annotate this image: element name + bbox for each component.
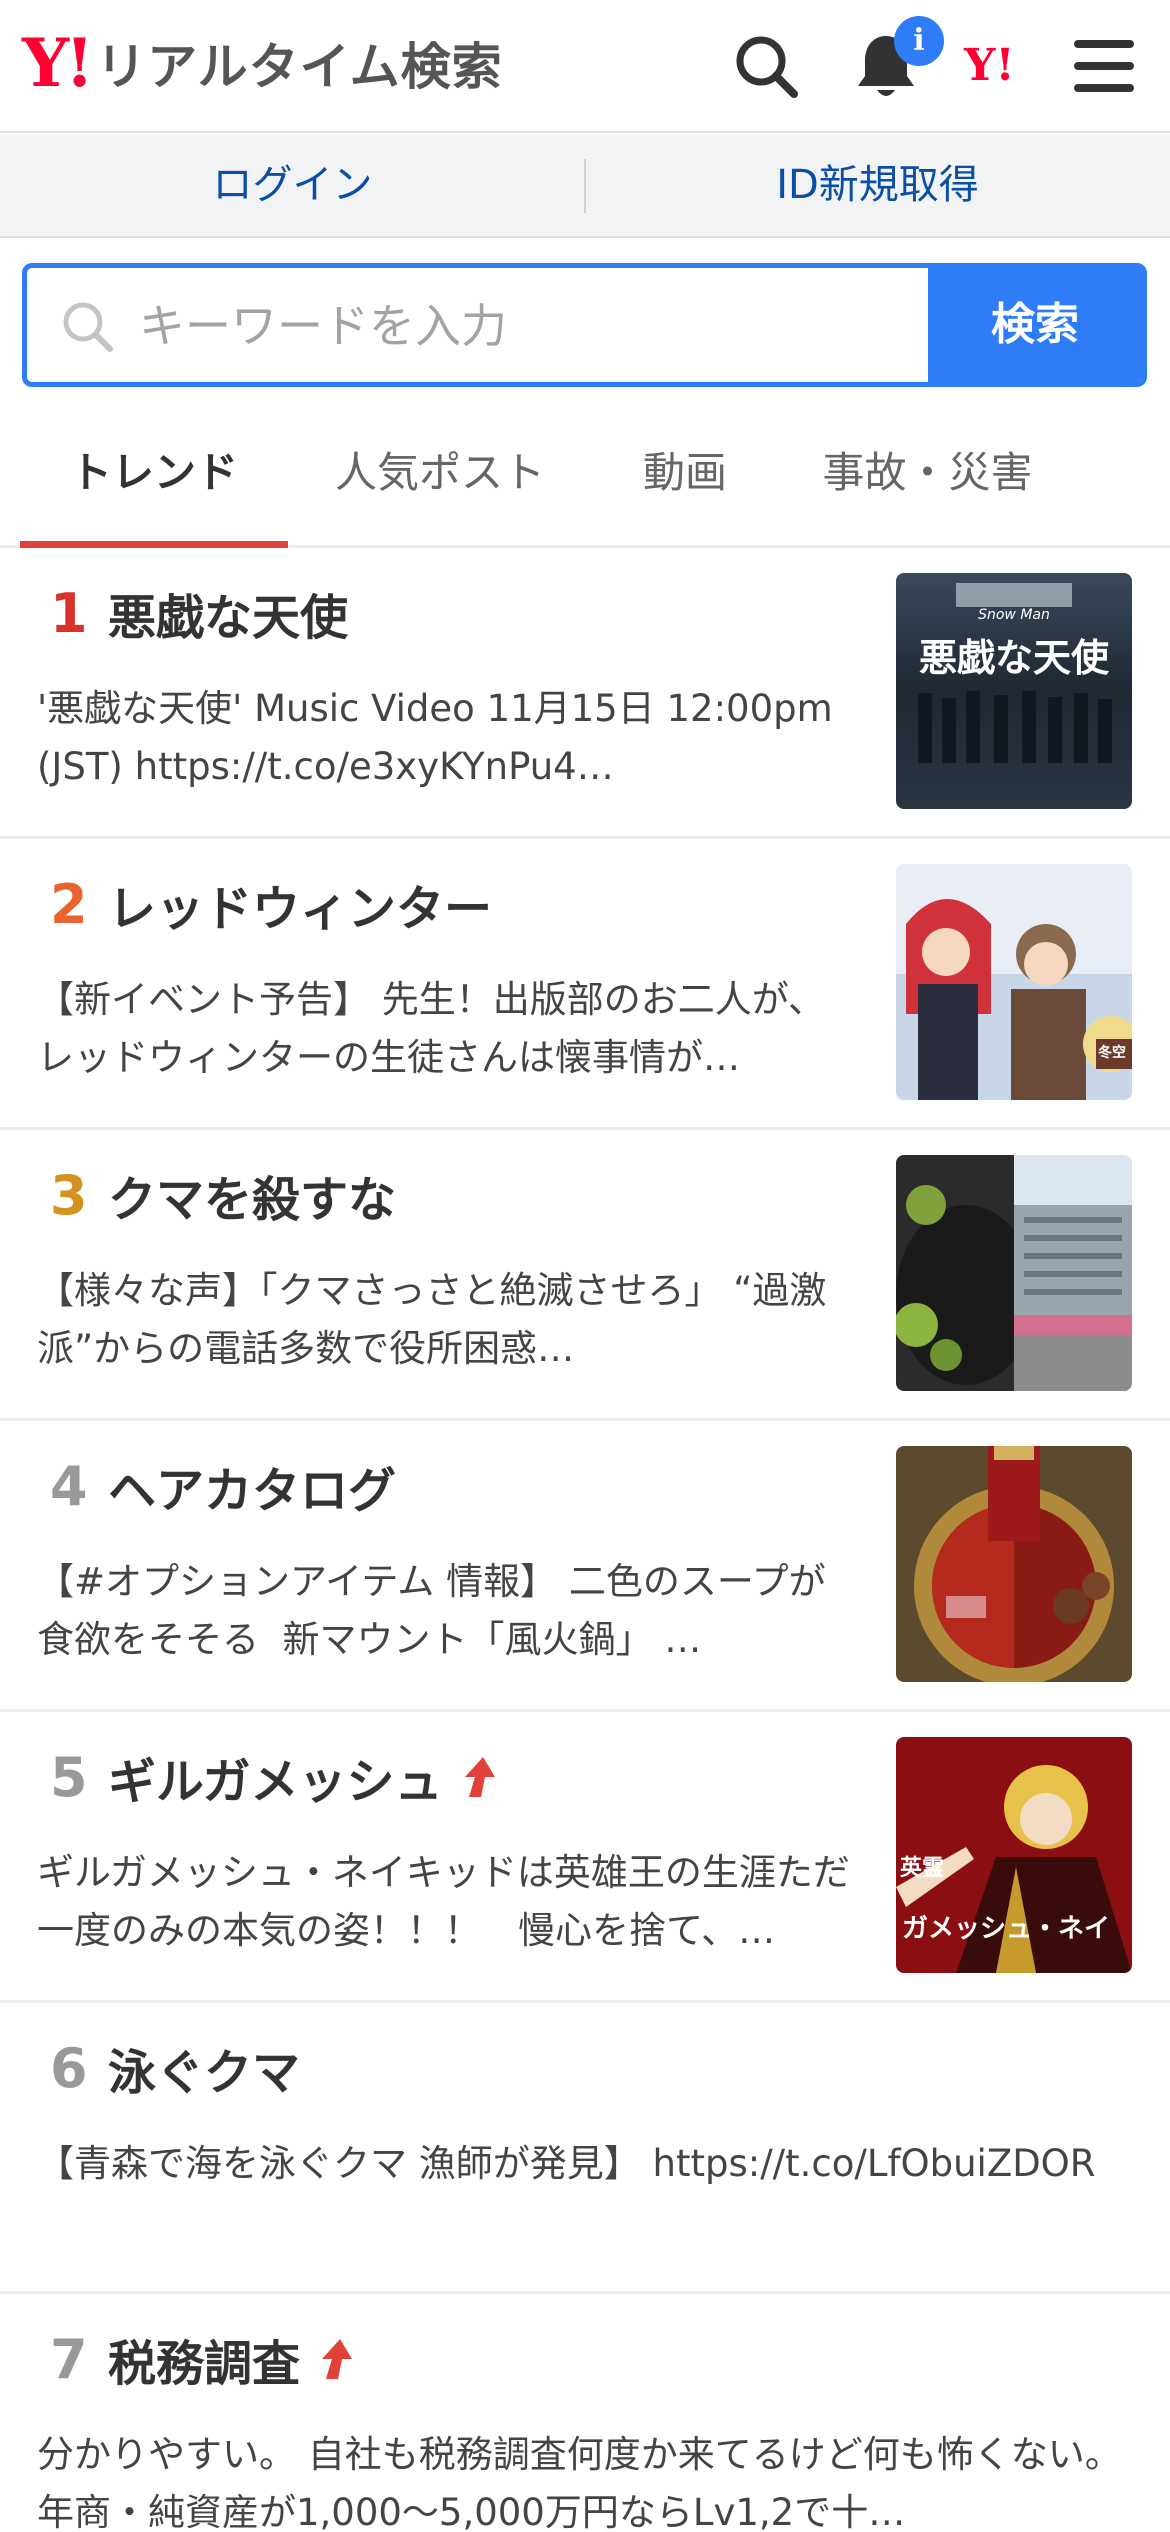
register-link[interactable]: ID新規取得	[585, 135, 1170, 236]
trend-title[interactable]: 泳ぐクマ	[108, 2033, 300, 2103]
trend-title[interactable]: 税務調査	[108, 2324, 356, 2394]
trend-description: 【#オプションアイテム 情報】 󠀠二色のスープが食欲をそそる󠀠 󠀠 新マウント「…	[37, 1560, 826, 1661]
tab-label: 動画	[642, 448, 727, 497]
trend-item[interactable]: 3 クマを殺すな 【様々な声】「クマさっさと絶滅させろ」 “過激派”からの電話多…	[0, 1130, 1170, 1421]
trend-up-icon	[459, 1755, 499, 1799]
trend-rank: 2	[50, 873, 88, 936]
trend-rank: 3	[50, 1164, 88, 1227]
tab-accident-disaster[interactable]: 事故・災害	[790, 415, 1065, 545]
yahoo-logo-text: Y!	[963, 40, 1015, 91]
trend-description: ギルガメッシュ・ネイキッドは英雄王の生涯ただ一度のみの本気の姿！！！ 慢心を捨て…	[37, 1851, 850, 1952]
svg-text:ガメッシュ・ネイ: ガメッシュ・ネイ	[902, 1914, 1110, 1944]
trend-title[interactable]: ギルガメッシュ	[108, 1742, 499, 1812]
app-header: Y! リアルタイム検索 i Y!	[0, 0, 1170, 133]
tab-label: トレンド	[69, 448, 238, 497]
trend-thumbnail[interactable]: 英霊 ガメッシュ・ネイ	[896, 1737, 1132, 1973]
trend-item[interactable]: 2 レッドウィンター 【新イベント予告】 先生！出版部のお二人が、レッドウィンタ…	[0, 839, 1170, 1130]
search-box: 検索	[22, 263, 1147, 387]
menu-icon[interactable]	[1068, 28, 1140, 104]
trend-description: 分かりやすい。 自社も税務調査何度か来てるけど何も怖くない。 年商・純資産が1,…	[37, 2433, 1122, 2532]
site-logo[interactable]: Y! リアルタイム検索	[22, 28, 503, 98]
svg-text:冬空: 冬空	[1098, 1044, 1126, 1061]
active-tab-indicator	[20, 541, 288, 548]
tab-video[interactable]: 動画	[590, 415, 780, 545]
trend-item[interactable]: 4 ヘアカタログ 【#オプションアイテム 情報】 󠀠二色のスープが食欲をそそる󠀠…	[0, 1421, 1170, 1712]
trend-description: 【様々な声】「クマさっさと絶滅させろ」 “過激派”からの電話多数で役所困惑…	[37, 1269, 827, 1370]
trend-rank: 6	[50, 2037, 88, 2100]
trend-item[interactable]: 7 税務調査 分かりやすい。 自社も税務調査何度か来てるけど何も怖くない。 年商…	[0, 2294, 1170, 2532]
svg-text:悪戯な天使: 悪戯な天使	[919, 635, 1110, 680]
search-field-icon	[59, 298, 115, 354]
svg-text:英霊: 英霊	[900, 1855, 944, 1881]
tab-trend[interactable]: トレンド	[20, 415, 288, 548]
search-button[interactable]: 検索	[928, 268, 1142, 382]
tab-label: 事故・災害	[822, 448, 1033, 497]
site-title: リアルタイム検索	[96, 38, 503, 96]
trend-title[interactable]: クマを殺すな	[108, 1160, 396, 1230]
trend-rank: 4	[50, 1455, 88, 1518]
trend-description: 【新イベント予告】 先生！出版部のお二人が、レッドウィンターの生徒さんは懐事情が…	[37, 978, 826, 1079]
notification-badge: i	[894, 16, 944, 66]
yahoo-logo-mark: Y!	[22, 24, 94, 102]
trend-up-icon	[316, 2337, 356, 2381]
trend-item[interactable]: 1 悪戯な天使 '悪戯な天使' Music Video󠀠 󠀠11月15日 12:…	[0, 548, 1170, 839]
trend-thumbnail[interactable]	[896, 1446, 1132, 1682]
trend-thumbnail[interactable]	[896, 1155, 1132, 1391]
trend-thumbnail[interactable]: Snow Man 悪戯な天使	[896, 573, 1132, 809]
trend-thumbnail[interactable]: 冬空	[896, 864, 1132, 1100]
trend-item[interactable]: 5 ギルガメッシュ ギルガメッシュ・ネイキッドは英雄王の生涯ただ一度のみの本気の…	[0, 1712, 1170, 2003]
trend-list: 1 悪戯な天使 '悪戯な天使' Music Video󠀠 󠀠11月15日 12:…	[0, 548, 1170, 2532]
tab-label: 人気ポスト	[334, 448, 545, 497]
search-input[interactable]	[139, 288, 939, 364]
tab-popular-posts[interactable]: 人気ポスト	[300, 415, 580, 545]
tab-bar: トレンド 人気ポスト 動画 事故・災害	[0, 415, 1170, 548]
trend-item[interactable]: 6 泳ぐクマ 【青森で海を泳ぐクマ 漁師が発見】 https://t.co/Lf…	[0, 2003, 1170, 2294]
svg-text:Snow Man: Snow Man	[978, 607, 1050, 623]
trend-description: '悪戯な天使' Music Video󠀠 󠀠11月15日 12:00pm(JST…	[37, 687, 833, 788]
trend-rank: 5	[50, 1746, 88, 1809]
yahoo-logo-icon[interactable]: Y!	[962, 28, 1044, 104]
login-link[interactable]: ログイン	[0, 135, 585, 236]
login-bar: ログイン ID新規取得	[0, 135, 1170, 238]
trend-title[interactable]: レッドウィンター	[108, 869, 492, 939]
trend-description: 【青森で海を泳ぐクマ 漁師が発見】 https://t.co/LfObuiZDO…	[37, 2142, 1096, 2185]
trend-rank: 1	[50, 582, 88, 645]
trend-title[interactable]: ヘアカタログ	[108, 1451, 396, 1521]
trend-title[interactable]: 悪戯な天使	[108, 578, 348, 648]
trend-rank: 7	[50, 2328, 88, 2391]
search-icon[interactable]	[728, 28, 804, 104]
